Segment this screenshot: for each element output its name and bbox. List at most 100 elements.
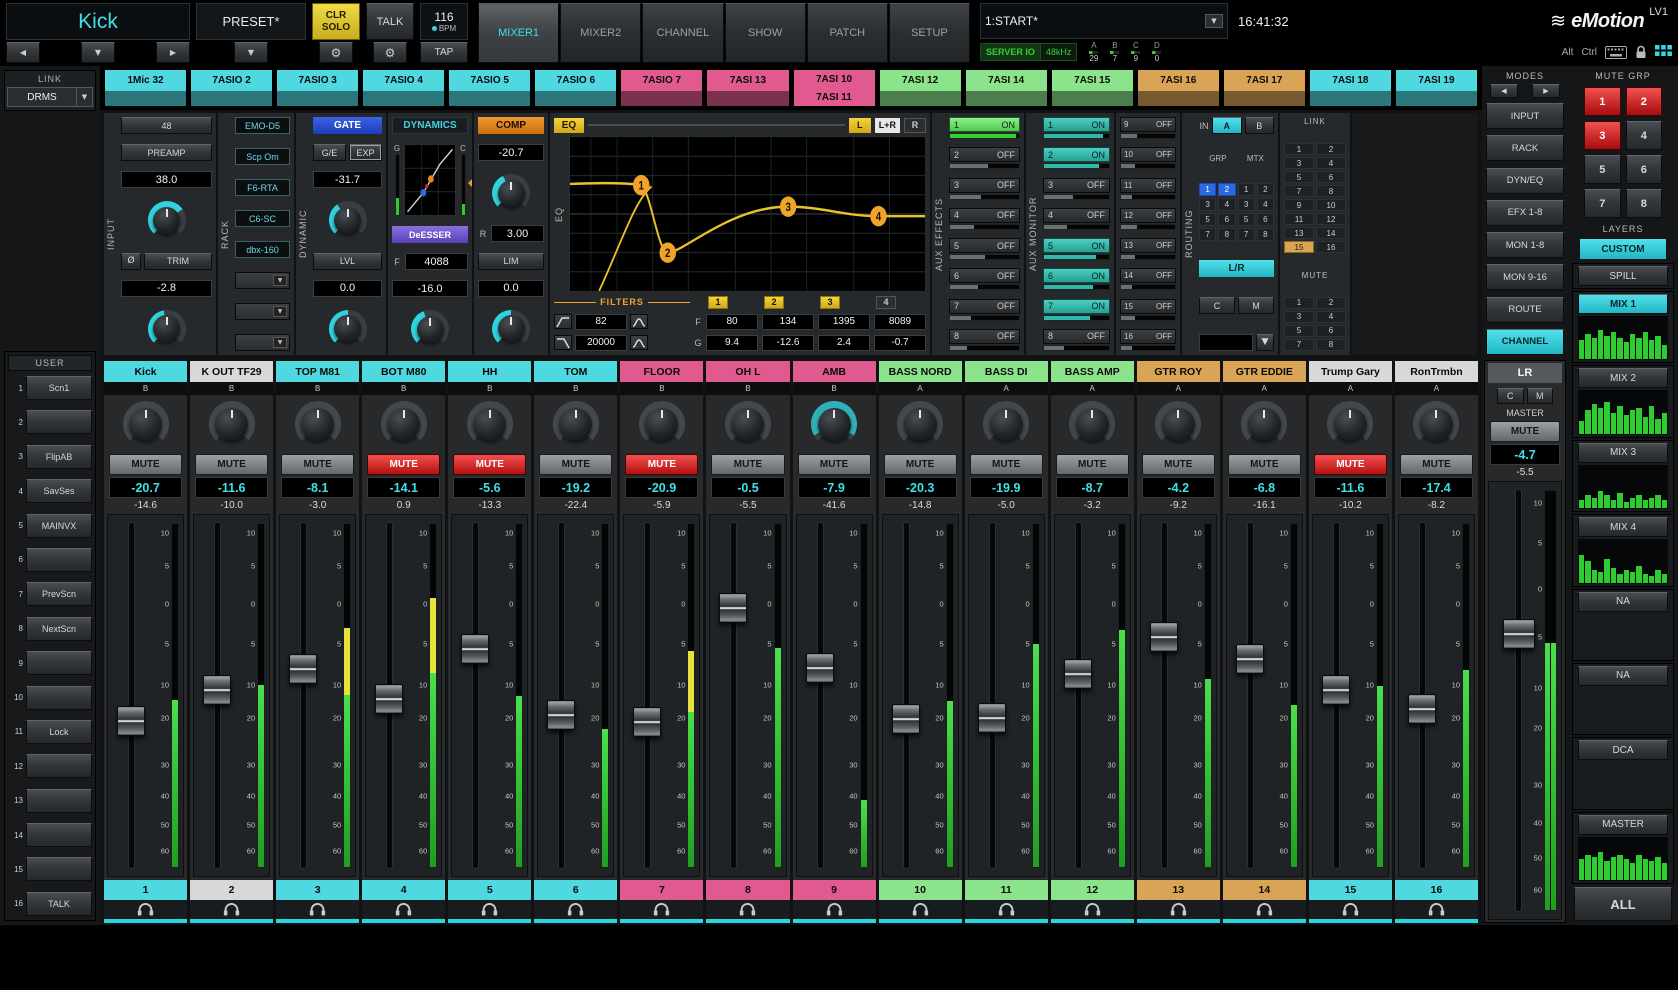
channel-name[interactable]: TOM <box>534 361 617 382</box>
aux-mon2-level-13[interactable] <box>1120 254 1176 260</box>
rack-empty-slot[interactable]: ▼ <box>235 272 290 289</box>
mute-group-7[interactable]: 7 <box>1584 189 1621 218</box>
channel-name[interactable]: BASS NORD <box>879 361 962 382</box>
aux-mon-level-5[interactable] <box>1043 254 1110 260</box>
aux-mon-button-1[interactable]: 1ON <box>1043 117 1110 132</box>
routing-grp-6[interactable]: 6 <box>1218 213 1235 226</box>
channel-number[interactable]: 6 <box>534 880 617 900</box>
eq-band-2-select[interactable]: 2 <box>764 296 784 309</box>
patch-tab-14[interactable]: 7ASI 17 <box>1223 69 1306 107</box>
link-group-selector[interactable]: DRMS ▼ <box>7 87 93 107</box>
patch-tab-8[interactable]: 7ASI 13 <box>706 69 789 107</box>
trim-button[interactable]: TRIM <box>144 253 212 270</box>
channel-number[interactable]: 16 <box>1395 880 1478 900</box>
aux-mon-button-4[interactable]: 4OFF <box>1043 208 1110 223</box>
link-channel-4[interactable]: 4 <box>1316 157 1346 169</box>
mute-group-5[interactable]: 5 <box>1584 155 1621 184</box>
pan-knob[interactable] <box>190 395 273 453</box>
pan-knob[interactable] <box>793 395 876 453</box>
routing-grp-8[interactable]: 8 <box>1218 228 1235 241</box>
mute-group-2[interactable]: 2 <box>1626 87 1663 116</box>
tab-setup[interactable]: SETUP <box>889 3 970 63</box>
pan-knob[interactable] <box>879 395 962 453</box>
routing-dropdown-button[interactable]: ▼ <box>1256 334 1274 351</box>
fader-handle[interactable] <box>1236 644 1264 674</box>
aux-mon-level-7[interactable] <box>1043 315 1110 321</box>
aux-mon2-level-10[interactable] <box>1120 163 1176 169</box>
cue-button[interactable] <box>706 900 789 923</box>
pan-knob[interactable] <box>1223 395 1306 453</box>
mute-button[interactable]: MUTE <box>1400 454 1473 475</box>
fader-handle[interactable] <box>719 593 747 623</box>
channel-name[interactable]: K OUT TF29 <box>190 361 273 382</box>
fader-handle[interactable] <box>1322 675 1350 705</box>
mode-mon-1-8[interactable]: MON 1-8 <box>1486 232 1564 258</box>
aux-fx-button-5[interactable]: 5OFF <box>949 238 1020 253</box>
aux-mon2-button-13[interactable]: 13OFF <box>1120 238 1176 253</box>
fader-track[interactable] <box>1076 523 1081 868</box>
pan-knob[interactable] <box>620 395 703 453</box>
aux-fx-button-4[interactable]: 4OFF <box>949 208 1020 223</box>
channel-number[interactable]: 8 <box>706 880 789 900</box>
fader-handle[interactable] <box>375 684 403 714</box>
routing-mtx-3[interactable]: 3 <box>1238 198 1255 211</box>
eq-band-1-select[interactable]: 1 <box>708 296 728 309</box>
tap-tempo-button[interactable]: TAP <box>420 42 468 63</box>
next-channel-button[interactable]: ▶ <box>156 42 190 63</box>
fader-handle[interactable] <box>1150 622 1178 652</box>
aux-mon-level-3[interactable] <box>1043 194 1110 200</box>
eq-graph[interactable]: 1234 <box>569 136 926 292</box>
routing-lr-button[interactable]: L/R <box>1199 260 1274 277</box>
aux-fx-level-2[interactable] <box>949 163 1020 169</box>
fader-track[interactable] <box>645 523 650 868</box>
preamp-button[interactable]: PREAMP <box>121 144 212 161</box>
rack-plugin-slot[interactable]: Scp Om <box>235 148 290 165</box>
fader-track[interactable] <box>1248 523 1253 868</box>
phantom-48v-button[interactable]: 48 <box>121 117 212 134</box>
pan-knob[interactable] <box>1137 395 1220 453</box>
master-name[interactable]: LR <box>1488 363 1562 383</box>
patch-tab-5[interactable]: 7ASIO 5 <box>448 69 531 107</box>
aux-fx-button-1[interactable]: 1ON <box>949 117 1020 132</box>
fader-track[interactable] <box>473 523 478 868</box>
routing-mtx-6[interactable]: 6 <box>1257 213 1274 226</box>
fader-handle[interactable] <box>892 704 920 734</box>
patch-tab-11[interactable]: 7ASI 14 <box>965 69 1048 107</box>
channel-name[interactable]: GTR ROY <box>1137 361 1220 382</box>
cue-button[interactable] <box>534 900 617 923</box>
user-button-9[interactable] <box>26 651 92 675</box>
aux-fx-level-4[interactable] <box>949 224 1020 230</box>
dynamics-threshold-knob[interactable] <box>392 307 468 351</box>
eq-right-button[interactable]: R <box>904 118 926 133</box>
session-selector[interactable]: 1:START* ▼ <box>980 3 1228 39</box>
fader-handle[interactable] <box>289 654 317 684</box>
cue-button[interactable] <box>879 900 962 923</box>
aux-fx-button-8[interactable]: 8OFF <box>949 329 1020 344</box>
patch-tab-7[interactable]: 7ASIO 7 <box>620 69 703 107</box>
cue-button[interactable] <box>620 900 703 923</box>
user-button-5[interactable]: MAINVX <box>26 514 92 538</box>
aux-mon2-level-14[interactable] <box>1120 284 1176 290</box>
channel-number[interactable]: 7 <box>620 880 703 900</box>
fader-track[interactable] <box>904 523 909 868</box>
comp-button[interactable]: COMP <box>478 117 544 134</box>
aux-mon2-button-9[interactable]: 9OFF <box>1120 117 1176 132</box>
pan-knob[interactable] <box>362 395 445 453</box>
link-channel-16[interactable]: 16 <box>1316 241 1346 253</box>
mute-button[interactable]: MUTE <box>1228 454 1301 475</box>
pan-knob[interactable] <box>1395 395 1478 453</box>
mute-group-8[interactable]: 8 <box>1626 189 1663 218</box>
pan-knob[interactable] <box>104 395 187 453</box>
mute-button[interactable]: MUTE <box>970 454 1043 475</box>
fader-track[interactable] <box>301 523 306 868</box>
mode-route[interactable]: ROUTE <box>1486 297 1564 323</box>
user-button-12[interactable] <box>26 754 92 778</box>
fader-track[interactable] <box>731 523 736 868</box>
channel-number[interactable]: 9 <box>793 880 876 900</box>
mute-group-1[interactable]: 1 <box>1584 87 1621 116</box>
pan-knob[interactable] <box>448 395 531 453</box>
patch-tab-16[interactable]: 7ASI 19 <box>1395 69 1478 107</box>
fader-handle[interactable] <box>203 675 231 705</box>
eq-band-4-select[interactable]: 4 <box>876 296 896 309</box>
cue-button[interactable] <box>1395 900 1478 923</box>
